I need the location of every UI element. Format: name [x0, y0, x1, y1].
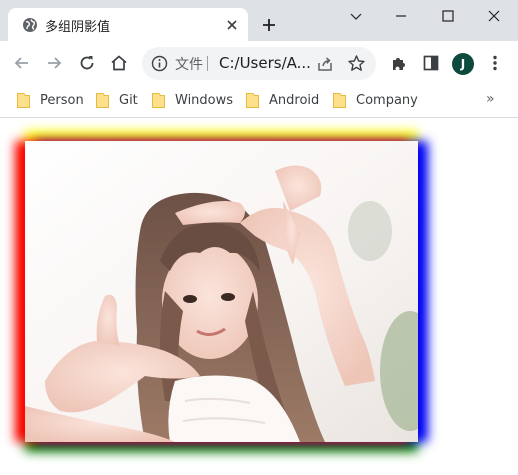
kebab-menu-icon[interactable]: [485, 53, 505, 73]
forward-arrow-icon[interactable]: [44, 53, 64, 73]
back-arrow-icon[interactable]: [12, 53, 32, 73]
folder-icon: [333, 93, 346, 108]
tab-title: 多组阴影值: [45, 20, 111, 35]
omnibox-divider: [207, 56, 208, 71]
address-bar[interactable]: 文件 C:/Users/A...: [142, 47, 376, 80]
maximize-icon[interactable]: [440, 8, 456, 24]
side-panel-icon[interactable]: [421, 53, 441, 73]
bookmark-label: Android: [269, 93, 320, 108]
reload-icon[interactable]: [77, 53, 97, 73]
bookmark-label: Git: [119, 93, 138, 108]
folder-icon: [152, 93, 165, 108]
avatar[interactable]: J: [452, 53, 474, 75]
globe-icon: [23, 18, 37, 32]
close-icon[interactable]: [224, 17, 240, 33]
browser-toolbar: 文件 C:/Users/A... J: [0, 41, 518, 86]
folder-icon: [246, 93, 259, 108]
minimize-icon[interactable]: [393, 8, 409, 24]
home-icon[interactable]: [109, 53, 129, 73]
chevron-down-icon[interactable]: [348, 8, 364, 24]
title-bar: 多组阴影值: [0, 0, 518, 41]
info-icon[interactable]: [151, 55, 168, 72]
plus-icon[interactable]: [261, 17, 277, 33]
shadowed-photo: [25, 141, 418, 442]
bookmark-label: Windows: [175, 93, 234, 108]
url-text[interactable]: C:/Users/A...: [219, 54, 311, 72]
bookmarks-overflow-chevron[interactable]: »: [486, 91, 495, 107]
bookmark-label: Person: [40, 93, 84, 108]
photo-image: [25, 141, 418, 442]
folder-icon: [17, 93, 30, 108]
window-close-icon[interactable]: [486, 8, 502, 24]
bookmark-label: Company: [356, 93, 418, 108]
file-scheme-label: 文件: [175, 57, 203, 73]
share-icon[interactable]: [316, 55, 334, 73]
bookmarks-bar: Person Git Windows Android Company: [0, 86, 518, 118]
page-content: [0, 118, 518, 475]
puzzle-icon[interactable]: [389, 53, 409, 73]
star-icon[interactable]: [347, 54, 366, 73]
browser-tab[interactable]: 多组阴影值: [8, 8, 248, 41]
folder-icon: [96, 93, 109, 108]
